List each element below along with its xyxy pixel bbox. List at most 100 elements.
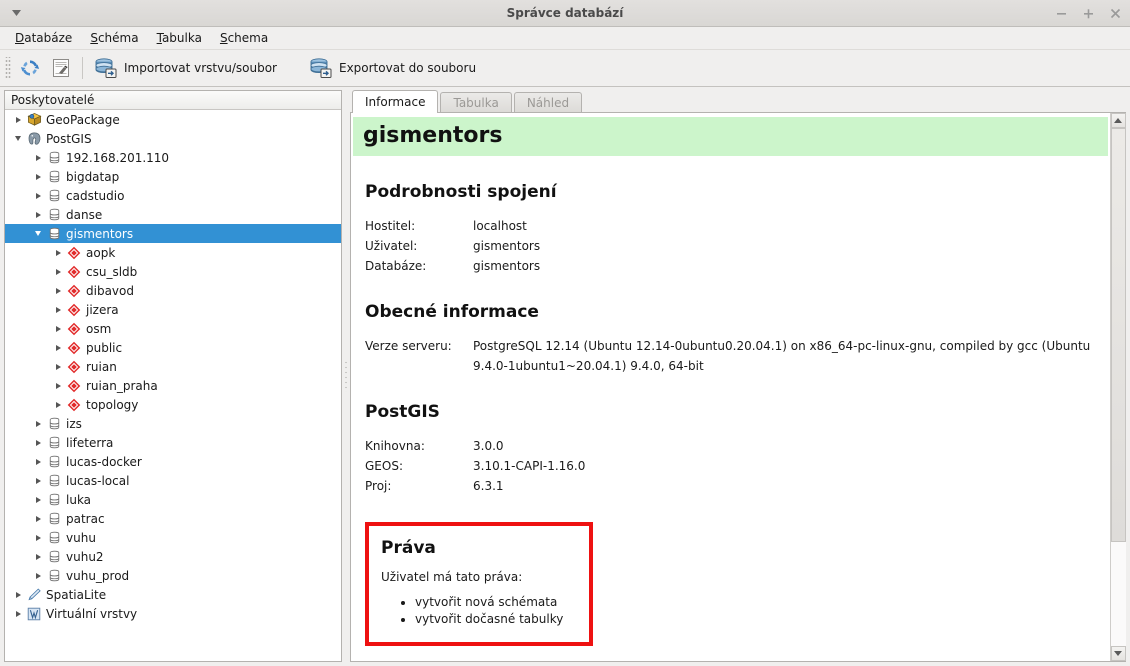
chevron-right-icon[interactable]: [31, 148, 45, 167]
chevron-right-icon[interactable]: [31, 167, 45, 186]
scroll-track[interactable]: [1110, 128, 1126, 646]
chevron-right-icon[interactable]: [51, 319, 65, 338]
chevron-right-icon[interactable]: [31, 547, 45, 566]
tree-item-csu-sldb[interactable]: csu_sldb: [5, 262, 341, 281]
menu-bar: Databáze Schéma Tabulka Schema: [0, 27, 1130, 49]
chevron-right-icon[interactable]: [11, 585, 25, 604]
window-menu-arrow-icon[interactable]: [8, 5, 24, 21]
tree-item-jizera[interactable]: jizera: [5, 300, 341, 319]
database-icon: [45, 509, 63, 528]
tree-item-cadstudio[interactable]: cadstudio: [5, 186, 341, 205]
database-icon: [45, 205, 63, 224]
database-name-heading: gismentors: [353, 117, 1108, 156]
tree-item-vuhu[interactable]: vuhu: [5, 528, 341, 547]
scroll-down-arrow-icon[interactable]: [1110, 646, 1126, 661]
chevron-right-icon[interactable]: [51, 300, 65, 319]
geos-value: 3.10.1-CAPI-1.16.0: [473, 459, 586, 473]
chevron-right-icon[interactable]: [11, 110, 25, 129]
chevron-right-icon[interactable]: [51, 338, 65, 357]
tree-item-ruian[interactable]: ruian: [5, 357, 341, 376]
tab-nahled[interactable]: Náhled: [513, 92, 583, 113]
schema-icon: [65, 300, 83, 319]
providers-tree[interactable]: GeoPackage PostGIS 192.168.201.110 bigdatap…: [5, 110, 341, 661]
chevron-right-icon[interactable]: [51, 281, 65, 300]
tree-item-lucas-local[interactable]: lucas-local: [5, 471, 341, 490]
chevron-right-icon[interactable]: [31, 471, 45, 490]
minimize-button[interactable]: [1054, 6, 1068, 20]
tree-item-danse[interactable]: danse: [5, 205, 341, 224]
tree-item-label: lucas-docker: [66, 454, 142, 469]
chevron-right-icon[interactable]: [31, 186, 45, 205]
chevron-right-icon[interactable]: [31, 528, 45, 547]
chevron-right-icon[interactable]: [51, 262, 65, 281]
chevron-right-icon[interactable]: [31, 205, 45, 224]
rights-intro: Uživatel má tato práva:: [381, 570, 523, 584]
tree-item-postgis[interactable]: PostGIS: [5, 129, 341, 148]
connection-row-database: Databáze: gismentors: [365, 256, 1094, 276]
chevron-down-icon[interactable]: [11, 129, 25, 148]
menu-schema-en[interactable]: Schema: [211, 28, 277, 48]
chevron-right-icon[interactable]: [31, 414, 45, 433]
tree-item-ruian-praha[interactable]: ruian_praha: [5, 376, 341, 395]
chevron-right-icon[interactable]: [11, 604, 25, 623]
import-database-icon: [94, 58, 118, 78]
tree-item-vuhu-prod[interactable]: vuhu_prod: [5, 566, 341, 585]
tree-item-izs[interactable]: izs: [5, 414, 341, 433]
tree-item-bigdatap[interactable]: bigdatap: [5, 167, 341, 186]
host-label: Hostitel:: [365, 219, 416, 233]
tree-item-spatialite[interactable]: SpatiaLite: [5, 585, 341, 604]
chevron-right-icon[interactable]: [51, 395, 65, 414]
tab-informace[interactable]: Informace: [352, 90, 439, 113]
scroll-thumb[interactable]: [1110, 128, 1126, 543]
tree-item-label: csu_sldb: [86, 264, 138, 279]
maximize-button[interactable]: [1081, 6, 1095, 20]
tree-item-luka[interactable]: luka: [5, 490, 341, 509]
tree-item-gismentors[interactable]: gismentors: [5, 224, 341, 243]
import-layer-file-button[interactable]: Importovat vrstvu/soubor: [89, 55, 282, 81]
toolbar-grip[interactable]: [5, 57, 11, 79]
panel-splitter[interactable]: [342, 90, 350, 662]
menu-databaze[interactable]: Databáze: [6, 28, 81, 48]
menu-schema[interactable]: Schéma: [81, 28, 147, 48]
menu-tabulka[interactable]: Tabulka: [148, 28, 211, 48]
close-button[interactable]: [1108, 6, 1122, 20]
chevron-right-icon[interactable]: [31, 509, 45, 528]
rights-list: vytvořit nová schémata vytvořit dočasné …: [381, 594, 577, 628]
toolbar-separator-1: [82, 57, 83, 79]
rights-item: vytvořit dočasné tabulky: [415, 611, 577, 628]
tree-item-osm[interactable]: osm: [5, 319, 341, 338]
tree-item-192-168-201-110[interactable]: 192.168.201.110: [5, 148, 341, 167]
tree-item-dibavod[interactable]: dibavod: [5, 281, 341, 300]
tree-item-label: 192.168.201.110: [66, 150, 170, 165]
tree-item-virtu-ln-vrstvy[interactable]: Virtuální vrstvy: [5, 604, 341, 623]
chevron-right-icon[interactable]: [51, 376, 65, 395]
chevron-down-icon[interactable]: [31, 224, 45, 243]
chevron-right-icon[interactable]: [31, 433, 45, 452]
info-vertical-scrollbar[interactable]: [1110, 113, 1126, 661]
database-value: gismentors: [473, 259, 541, 273]
tree-item-label: izs: [66, 416, 82, 431]
rights-annotation-box: Práva Uživatel má tato práva: vytvořit n…: [365, 522, 593, 646]
tree-item-lifeterra[interactable]: lifeterra: [5, 433, 341, 452]
refresh-button[interactable]: [14, 54, 46, 82]
chevron-right-icon[interactable]: [31, 490, 45, 509]
refresh-icon: [19, 57, 41, 79]
tree-item-aopk[interactable]: aopk: [5, 243, 341, 262]
chevron-right-icon[interactable]: [51, 243, 65, 262]
tab-tabulka[interactable]: Tabulka: [440, 92, 512, 113]
window-title: Správce databází: [506, 6, 624, 20]
tree-item-public[interactable]: public: [5, 338, 341, 357]
chevron-right-icon[interactable]: [51, 357, 65, 376]
tree-item-topology[interactable]: topology: [5, 395, 341, 414]
database-manager-window: Správce databází Databáze Schéma Tabulka…: [0, 0, 1130, 666]
sql-window-button[interactable]: [46, 55, 76, 81]
tree-item-patrac[interactable]: patrac: [5, 509, 341, 528]
scroll-up-arrow-icon[interactable]: [1110, 113, 1126, 128]
chevron-right-icon[interactable]: [31, 452, 45, 471]
export-file-button[interactable]: Exportovat do souboru: [304, 55, 481, 81]
tree-item-vuhu2[interactable]: vuhu2: [5, 547, 341, 566]
proj-value: 6.3.1: [473, 479, 504, 493]
tree-item-lucas-docker[interactable]: lucas-docker: [5, 452, 341, 471]
tree-item-geopackage[interactable]: GeoPackage: [5, 110, 341, 129]
chevron-right-icon[interactable]: [31, 566, 45, 585]
